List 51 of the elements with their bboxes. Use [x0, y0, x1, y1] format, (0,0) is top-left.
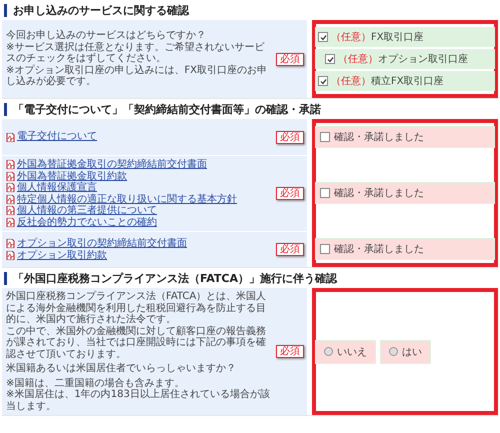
document-link[interactable]: オプション取引約款 [6, 250, 274, 261]
pdf-icon [6, 218, 15, 227]
document-link[interactable]: 電子交付について [6, 131, 274, 143]
required-label: 必須 [276, 52, 304, 66]
checkbox[interactable] [318, 76, 328, 86]
document-link[interactable]: 外国為替証拠金取引約款 [6, 170, 274, 182]
required-label: 必須 [276, 187, 304, 200]
option-label: （任意）FX取引口座 [331, 30, 424, 44]
checkbox[interactable] [325, 54, 335, 64]
document-link[interactable]: 外国為替証拠金取引の契約締結前交付書面 [6, 159, 274, 170]
document-link[interactable]: 反社会的勢力でないことの確約 [6, 216, 274, 228]
document-link[interactable]: オプション取引の契約締結前交付書面 [6, 238, 274, 250]
paragraph-text: この中で、米国外の金融機関に対して顧客口座の報告義務が課されており、当社では口座開設時には下記の事項を確認させて頂いております。 [6, 326, 267, 360]
section-title: お申し込みのサービスに関する確認 [4, 4, 498, 17]
option-label: （任意）オプション取引口座 [338, 52, 468, 66]
option-label: （任意）積立FX取引口座 [331, 74, 444, 88]
confirm-checkbox[interactable]: 確認・承諾しました [315, 126, 495, 148]
confirm-checkbox[interactable]: 確認・承諾しました [315, 238, 495, 260]
pdf-icon [6, 132, 15, 142]
document-link[interactable]: 個人情報保護宣言 [6, 182, 274, 194]
section-title: 「外国口座税務コンプライアンス法（FATCA）」施行に伴う確認 [4, 272, 498, 285]
answer-radio[interactable]: はい [380, 340, 431, 364]
service-option[interactable]: （任意）FX取引口座 [315, 27, 495, 47]
confirm-checkbox[interactable]: 確認・承諾しました [315, 182, 495, 204]
pdf-icon [6, 194, 15, 204]
required-label: 必須 [276, 243, 304, 256]
checkbox[interactable] [318, 32, 328, 42]
note-text: ※サービス選択は任意となります。ご希望されないサービスのチェックをはずしてください。 [6, 42, 266, 64]
pdf-icon [6, 183, 15, 192]
paragraph-text: 外国口座税務コンプライアンス法（FATCA）とは、米国人による海外金融機関を利用した租税回避行為を防止する目的に、米国内で施行された法令です。 [6, 291, 268, 326]
document-link[interactable]: 個人情報の第三者提供について [6, 205, 274, 216]
service-option[interactable]: （任意）積立FX取引口座 [315, 71, 495, 91]
section-title: 「電子交付について」「契約締結前交付書面等」の確認・承諾 [4, 103, 498, 116]
note-text: ※オプション取引口座の申し込みには、FX取引口座のお申し込みが必要です。 [6, 64, 268, 88]
service-option[interactable]: （任意）オプション取引口座 [315, 49, 495, 69]
question-text: 今回お申し込みのサービスはどちらですか？ [6, 30, 207, 42]
note-text: ※国籍は、二重国籍の場合も含みます。 [6, 378, 186, 388]
checkbox[interactable] [320, 132, 330, 142]
checkbox[interactable] [320, 244, 330, 254]
pdf-icon [6, 206, 15, 216]
note-text: ※米国居住は、1年の内183日以上居住されている場合が該当します。 [6, 389, 271, 412]
checkbox[interactable] [320, 188, 330, 198]
question-text: 米国籍あるいは米国居住者でいらっしゃいますか？ [6, 363, 237, 374]
pdf-icon [6, 239, 15, 248]
pdf-icon [6, 172, 15, 181]
pdf-icon [6, 160, 15, 170]
required-label: 必須 [276, 345, 304, 358]
answer-radio[interactable]: いいえ [315, 340, 376, 364]
document-link[interactable]: 特定個人情報の適正な取り扱いに関する基本方針 [6, 194, 274, 205]
required-label: 必須 [276, 130, 304, 144]
pdf-icon [6, 250, 15, 260]
